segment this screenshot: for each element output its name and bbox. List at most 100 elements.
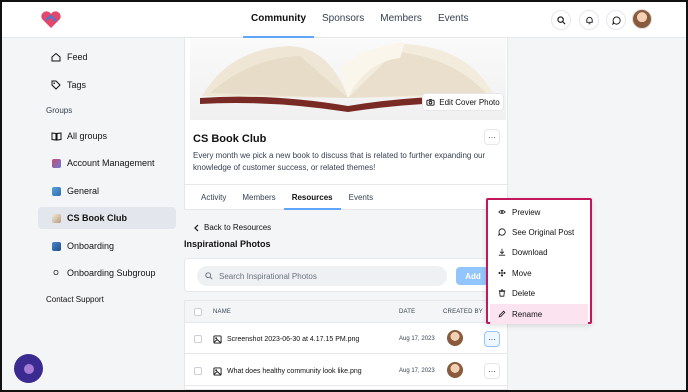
menu-item-download[interactable]: Download: [490, 242, 588, 262]
top-navigation: Community Sponsors Members Events: [2, 2, 686, 38]
file-context-menu: Preview See Original Post Download Move …: [486, 198, 592, 324]
sidebar-item-account-management[interactable]: Account Management: [38, 152, 176, 174]
sidebar-item-label: All groups: [67, 131, 108, 141]
messages-button[interactable]: [606, 10, 626, 30]
pencil-icon: [498, 310, 506, 318]
group-more-button[interactable]: ···: [484, 129, 500, 145]
sidebar-item-label: Onboarding Subgroup: [67, 268, 156, 278]
book-icon: [50, 130, 62, 142]
select-all-checkbox[interactable]: [194, 308, 202, 316]
cover-photo: Edit Cover Photo: [190, 38, 506, 120]
menu-item-label: Preview: [512, 207, 541, 217]
file-name-cell: Screenshot 2023-06-30 at 4.17.15 PM.png: [213, 335, 359, 344]
sidebar-item-label: Account Management: [67, 158, 155, 168]
table-row[interactable]: What does healthy community look like.pn…: [185, 355, 507, 386]
group-description: Every month we pick a new book to discus…: [193, 151, 486, 172]
sidebar-item-onboarding[interactable]: Onboarding: [38, 235, 176, 257]
nav-tab-events[interactable]: Events: [430, 2, 477, 38]
resources-table: NAME DATE CREATED BY Screenshot 2023-06-…: [184, 300, 508, 390]
row-checkbox[interactable]: [194, 367, 202, 375]
add-button[interactable]: Add: [456, 267, 490, 285]
sidebar-item-onboarding-subgroup[interactable]: O Onboarding Subgroup: [38, 262, 176, 284]
column-date: DATE: [399, 309, 416, 315]
resource-toolbar: Search Inspirational Photos Add: [184, 258, 508, 292]
image-file-icon: [213, 335, 222, 344]
search-icon: [556, 15, 565, 24]
notifications-button[interactable]: [579, 10, 599, 30]
row-more-button[interactable]: ···: [484, 331, 500, 347]
menu-item-label: Rename: [512, 309, 543, 319]
file-name-cell: What does healthy community look like.pn…: [213, 367, 362, 376]
download-icon: [498, 248, 506, 256]
nav-tab-sponsors[interactable]: Sponsors: [314, 2, 372, 38]
main-nav-tabs: Community Sponsors Members Events: [243, 2, 477, 38]
chevron-left-icon: [194, 224, 199, 231]
chat-bubble-icon: [611, 15, 621, 25]
row-checkbox[interactable]: [194, 335, 202, 343]
creator-avatar: [447, 330, 463, 346]
file-name[interactable]: What does healthy community look like.pn…: [227, 368, 362, 375]
sidebar-item-label: General: [67, 186, 100, 196]
sidebar-item-general[interactable]: General: [38, 180, 176, 202]
bell-icon: [585, 16, 593, 24]
creator-avatar: [447, 362, 463, 378]
tab-activity[interactable]: Activity: [193, 185, 234, 210]
sidebar-item-label: Feed: [67, 52, 88, 62]
menu-item-label: See Original Post: [512, 227, 575, 237]
menu-item-move[interactable]: Move: [490, 263, 588, 283]
group-tabs: Activity Members Resources Events: [185, 184, 509, 210]
file-name[interactable]: Screenshot 2023-06-30 at 4.17.15 PM.png: [227, 336, 359, 343]
edit-cover-photo-button[interactable]: Edit Cover Photo: [422, 93, 504, 111]
camera-icon: [426, 99, 435, 106]
sidebar: Feed Tags Groups All groups Account Mana…: [2, 38, 182, 390]
tag-icon: [50, 79, 62, 91]
letter-o-icon: O: [53, 269, 59, 277]
nav-tab-community[interactable]: Community: [243, 2, 314, 38]
menu-item-preview[interactable]: Preview: [490, 202, 588, 222]
menu-item-delete[interactable]: Delete: [490, 283, 588, 303]
app-window: Community Sponsors Members Events Feed T…: [0, 0, 688, 392]
tab-resources[interactable]: Resources: [283, 185, 341, 210]
search-input[interactable]: Search Inspirational Photos: [197, 266, 447, 286]
row-more-button[interactable]: ···: [484, 363, 500, 379]
move-icon: [498, 269, 506, 277]
menu-item-see-original-post[interactable]: See Original Post: [490, 222, 588, 242]
sidebar-item-tags[interactable]: Tags: [38, 74, 176, 96]
help-launcher-button[interactable]: [14, 354, 43, 383]
sidebar-item-feed[interactable]: Feed: [38, 46, 176, 68]
menu-item-label: Delete: [512, 288, 536, 298]
sidebar-item-cs-book-club[interactable]: CS Book Club: [38, 207, 176, 229]
table-row[interactable]: Screenshot 2023-06-30 at 4.17.15 PM.png …: [185, 323, 507, 354]
tab-members[interactable]: Members: [234, 185, 283, 210]
sidebar-item-label: Onboarding: [67, 241, 115, 251]
group-header-card: Edit Cover Photo CS Book Club ··· Every …: [184, 38, 509, 210]
file-date: Aug 17, 2023: [399, 336, 435, 342]
contact-support-link[interactable]: Contact Support: [46, 295, 104, 304]
column-created-by: CREATED BY: [443, 309, 483, 315]
table-header: NAME DATE CREATED BY: [185, 301, 507, 323]
user-avatar[interactable]: [632, 9, 652, 29]
back-label: Back to Resources: [204, 223, 272, 232]
community-logo-icon[interactable]: [40, 11, 62, 29]
group-image-icon: [50, 240, 62, 252]
image-file-icon: [213, 367, 222, 376]
tab-events[interactable]: Events: [341, 185, 381, 210]
column-name: NAME: [213, 309, 232, 315]
back-to-resources-link[interactable]: Back to Resources: [193, 223, 271, 232]
menu-item-rename[interactable]: Rename: [490, 304, 588, 324]
sidebar-item-label: CS Book Club: [67, 213, 127, 223]
trash-icon: [498, 289, 506, 297]
group-image-icon: [50, 185, 62, 197]
menu-item-label: Download: [512, 247, 548, 257]
menu-item-label: Move: [512, 268, 532, 278]
folder-title: Inspirational Photos: [184, 239, 271, 249]
comment-icon: [498, 228, 506, 236]
nav-tab-members[interactable]: Members: [372, 2, 430, 38]
search-icon: [205, 272, 213, 280]
search-button[interactable]: [551, 10, 571, 30]
edit-cover-label: Edit Cover Photo: [439, 97, 500, 107]
eye-icon: [498, 210, 506, 214]
sidebar-item-all-groups[interactable]: All groups: [38, 125, 176, 147]
file-date: Aug 17, 2023: [399, 368, 435, 374]
group-image-icon: [50, 212, 62, 224]
